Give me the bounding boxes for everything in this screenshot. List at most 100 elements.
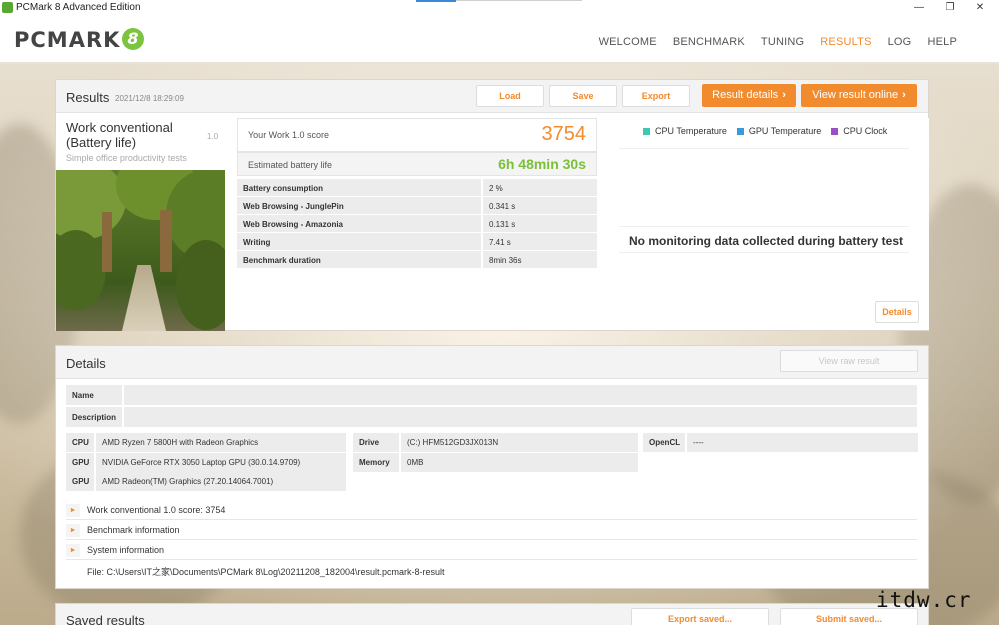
metric-name: Benchmark duration — [237, 251, 481, 268]
view-raw-result-button[interactable]: View raw result — [780, 350, 918, 372]
metric-name: Web Browsing - Amazonia — [237, 215, 481, 232]
name-row: Name — [66, 385, 917, 405]
minimize-button[interactable]: — — [905, 0, 933, 16]
result-details-button[interactable]: Result details › — [702, 84, 796, 107]
test-version: 1.0 — [207, 132, 219, 141]
details-header: Details View raw result — [56, 346, 928, 379]
test-name: Work conventional (Battery life) — [66, 120, 173, 150]
app-icon — [2, 2, 13, 13]
table-row: Battery consumption 2 % — [237, 179, 597, 196]
drive-key: Drive — [353, 433, 401, 452]
expander-system-info[interactable]: ► System information — [66, 541, 917, 560]
score-value: 3754 — [541, 123, 587, 145]
window-titlebar: PCMark 8 Advanced Edition — ❐ ✕ — [0, 0, 999, 16]
save-button[interactable]: Save — [549, 85, 617, 107]
no-monitoring-message: No monitoring data collected during batt… — [629, 234, 904, 248]
expander-benchmark-info[interactable]: ► Benchmark information — [66, 521, 917, 540]
table-row: Web Browsing - Amazonia 0.131 s — [237, 215, 597, 232]
nav-tuning[interactable]: TUNING — [753, 36, 812, 48]
details-button[interactable]: Details — [875, 301, 919, 323]
opencl-value: ---- — [693, 438, 704, 447]
close-button[interactable]: ✕ — [966, 0, 994, 16]
table-row: Benchmark duration 8min 36s — [237, 251, 597, 268]
export-saved-button[interactable]: Export saved... — [631, 608, 769, 625]
expander-label: Work conventional 1.0 score: 3754 — [87, 505, 226, 515]
saved-results-title: Saved results — [66, 613, 145, 625]
title-accent-line — [416, 0, 456, 2]
caret-right-icon: ► — [66, 524, 80, 537]
metric-value: 2 % — [483, 179, 597, 196]
watermark-text: itdw.cr — [876, 588, 972, 612]
details-title: Details — [66, 356, 106, 371]
result-file-path: File: C:\Users\IT之家\Documents\PCMark 8\L… — [87, 567, 445, 577]
chart-divider — [619, 226, 909, 227]
battery-life-box: Estimated battery life 6h 48min 30s — [237, 152, 597, 176]
table-row: Writing 7.41 s — [237, 233, 597, 250]
legend-cpu-temperature[interactable]: CPU Temperature — [643, 126, 727, 136]
result-details-label: Result details — [712, 89, 779, 101]
memory-cell: Memory 0MB — [353, 453, 638, 472]
expander-label: Benchmark information — [87, 525, 180, 535]
monitoring-legend: CPU Temperature GPU Temperature CPU Cloc… — [643, 126, 887, 136]
view-result-online-button[interactable]: View result online › — [801, 84, 917, 107]
cpu-value: AMD Ryzen 7 5800H with Radeon Graphics — [102, 438, 259, 447]
battery-label: Estimated battery life — [248, 160, 333, 170]
legend-gpu-temperature[interactable]: GPU Temperature — [736, 126, 822, 136]
opencl-key: OpenCL — [643, 433, 687, 452]
nav-welcome[interactable]: WELCOME — [591, 36, 665, 48]
description-key: Description — [66, 407, 124, 427]
saved-results-panel: Saved results Export saved... Submit sav… — [55, 603, 929, 625]
caret-right-icon: ► — [66, 504, 80, 517]
legend-label: GPU Temperature — [748, 126, 822, 136]
gpu-value: NVIDIA GeForce RTX 3050 Laptop GPU (30.0… — [102, 458, 301, 467]
legend-cpu-clock[interactable]: CPU Clock — [831, 126, 887, 136]
results-panel: Results 2021/12/8 18:29:09 Load Save Exp… — [55, 79, 929, 331]
opencl-cell: OpenCL ---- — [643, 433, 918, 452]
metric-name: Battery consumption — [237, 179, 481, 196]
chevron-right-icon: › — [902, 89, 906, 101]
expander-score[interactable]: ► Work conventional 1.0 score: 3754 — [66, 501, 917, 520]
metrics-table: Battery consumption 2 % Web Browsing - J… — [237, 179, 597, 269]
drive-value: (C:) HFM512GD3JX013N — [407, 438, 499, 447]
main-nav: WELCOME BENCHMARK TUNING RESULTS LOG HEL… — [591, 36, 965, 48]
cpu-key: CPU — [66, 433, 96, 452]
drive-cell: Drive (C:) HFM512GD3JX013N — [353, 433, 638, 452]
chart-divider — [619, 148, 909, 149]
metric-name: Writing — [237, 233, 481, 250]
gpu-cell: GPU AMD Radeon(TM) Graphics (27.20.14064… — [66, 472, 346, 491]
name-key: Name — [66, 385, 124, 405]
metric-name: Web Browsing - JunglePin — [237, 197, 481, 214]
expander-label: System information — [87, 545, 165, 555]
title-divider-line — [456, 0, 582, 1]
export-button[interactable]: Export — [622, 85, 690, 107]
nav-benchmark[interactable]: BENCHMARK — [665, 36, 753, 48]
metric-value: 8min 36s — [483, 251, 597, 268]
pcmark-logo: PCMARK 8 — [14, 28, 145, 52]
memory-value: 0MB — [407, 458, 424, 467]
gpu-key: GPU — [66, 453, 96, 472]
legend-label: CPU Temperature — [655, 126, 727, 136]
nav-help[interactable]: HELP — [919, 36, 965, 48]
maximize-button[interactable]: ❐ — [936, 0, 964, 16]
nav-log[interactable]: LOG — [880, 36, 920, 48]
gpu-value: AMD Radeon(TM) Graphics (27.20.14064.700… — [102, 477, 274, 486]
legend-swatch — [736, 127, 744, 135]
legend-swatch — [831, 127, 839, 135]
load-button[interactable]: Load — [476, 85, 544, 107]
name-value — [126, 385, 132, 404]
chevron-right-icon: › — [782, 89, 786, 101]
description-value — [126, 407, 132, 426]
battery-value: 6h 48min 30s — [498, 156, 586, 172]
monitoring-chart: CPU Temperature GPU Temperature CPU Cloc… — [609, 118, 929, 330]
saved-results-header: Saved results Export saved... Submit sav… — [56, 604, 928, 625]
score-box: Your Work 1.0 score 3754 — [237, 118, 597, 152]
view-online-label: View result online — [812, 89, 899, 101]
memory-key: Memory — [353, 453, 401, 472]
table-row: Web Browsing - JunglePin 0.341 s — [237, 197, 597, 214]
results-title: Results — [66, 90, 110, 105]
gpu-cell: GPU NVIDIA GeForce RTX 3050 Laptop GPU (… — [66, 453, 346, 472]
test-thumbnail-image — [56, 170, 225, 331]
app-header: PCMARK 8 WELCOME BENCHMARK TUNING RESULTS… — [0, 16, 999, 64]
nav-results[interactable]: RESULTS — [812, 36, 879, 48]
results-timestamp: 2021/12/8 18:29:09 — [115, 94, 184, 103]
